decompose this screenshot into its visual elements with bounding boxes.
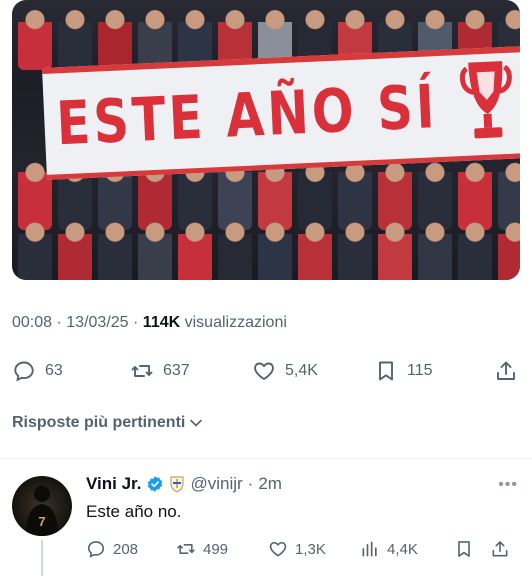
- divider: [0, 458, 532, 459]
- trophy-icon: [459, 61, 512, 139]
- reply-action-bar: 208 499 1,3K 4,4K: [86, 536, 520, 562]
- reply-retweet-count: 499: [203, 540, 229, 558]
- views-count: 114K: [142, 314, 181, 331]
- verified-badge-icon: [148, 476, 163, 492]
- bookmark-icon: [379, 361, 393, 381]
- views-label: visualizzazioni: [184, 314, 287, 331]
- reply-share-button[interactable]: [490, 536, 510, 562]
- tweet-media-image[interactable]: ESTE AÑO SÍ: [12, 0, 520, 280]
- reply-reply-button[interactable]: 208: [86, 536, 138, 562]
- like-button[interactable]: 5,4K: [252, 356, 318, 386]
- tweet-action-bar: 63 637 5,4K 115: [12, 356, 520, 386]
- avatar-number: 7: [38, 514, 45, 529]
- tweet-time[interactable]: 00:08: [12, 314, 52, 331]
- replies-sort-selector[interactable]: Risposte più pertinenti: [12, 414, 203, 432]
- reply-button[interactable]: 63: [12, 356, 63, 386]
- share-icon: [497, 361, 515, 380]
- like-count: 5,4K: [285, 362, 318, 379]
- reply-header: Vini Jr. @vinijr · 2m: [86, 474, 282, 494]
- reply-bubble-icon: [14, 361, 34, 382]
- reply-views-count: 4,4K: [387, 540, 418, 558]
- heart-icon: [269, 541, 287, 557]
- bar-chart-icon: [362, 541, 377, 557]
- crowd-front-row: [12, 212, 520, 280]
- reply-text: Este año no.: [86, 502, 182, 521]
- share-icon: [492, 541, 508, 557]
- club-crest-icon: [170, 476, 185, 493]
- reply-retweet-button[interactable]: 499: [176, 536, 228, 562]
- retweet-count: 637: [163, 362, 190, 379]
- heart-icon: [254, 362, 274, 380]
- bookmark-button[interactable]: 115: [374, 356, 433, 386]
- thread-line: [41, 540, 43, 576]
- retweet-button[interactable]: 637: [130, 356, 190, 386]
- reply-count: 63: [45, 362, 63, 379]
- reply-bubble-icon: [87, 541, 105, 558]
- retweet-icon: [131, 365, 153, 377]
- reply-time[interactable]: 2m: [258, 474, 282, 494]
- reply-like-button[interactable]: 1,3K: [268, 536, 326, 562]
- fan-banner: ESTE AÑO SÍ: [42, 45, 520, 180]
- tweet-meta: 00:08 · 13/03/25 · 114K visualizzazioni: [12, 314, 287, 331]
- tweet-date[interactable]: 13/03/25: [66, 314, 128, 331]
- more-dots-icon[interactable]: •••: [498, 476, 518, 494]
- bookmark-count: 115: [407, 362, 433, 379]
- share-button[interactable]: [494, 356, 518, 386]
- reply-author-handle[interactable]: @vinijr: [190, 474, 242, 494]
- reply-bookmark-button[interactable]: [454, 536, 474, 562]
- banner-text: ESTE AÑO SÍ: [54, 71, 440, 159]
- replies-section-title: Risposte più pertinenti: [12, 414, 186, 431]
- chevron-down-icon: [190, 419, 203, 427]
- player-avatar-icon: 7: [26, 486, 58, 536]
- reply-views-button[interactable]: 4,4K: [360, 536, 418, 562]
- avatar[interactable]: 7: [12, 476, 72, 536]
- reply-reply-count: 208: [113, 540, 139, 558]
- reply-like-count: 1,3K: [295, 540, 326, 558]
- reply-author-name[interactable]: Vini Jr.: [86, 474, 141, 494]
- bookmark-icon: [458, 541, 470, 557]
- retweet-icon: [177, 544, 195, 554]
